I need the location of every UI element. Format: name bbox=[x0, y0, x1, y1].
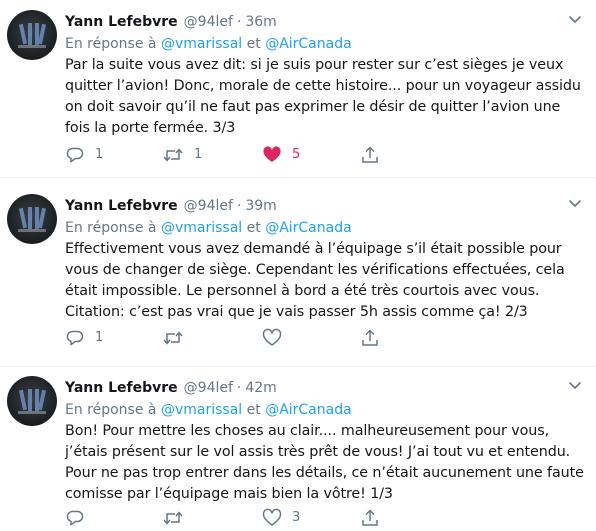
retweet-icon bbox=[163, 511, 183, 525]
reply-context: En réponse à @vmarissal et @AirCanada bbox=[65, 34, 352, 54]
author-name[interactable]: Yann Lefebvre bbox=[65, 198, 178, 214]
tweet-text: Par la suite vous avez dit: si je suis p… bbox=[65, 57, 581, 136]
avatar[interactable] bbox=[7, 376, 57, 426]
author-handle[interactable]: @94lef bbox=[184, 14, 233, 30]
tweet-header: Yann Lefebvre @94lef · 42m bbox=[65, 378, 277, 398]
reply-joiner: et bbox=[246, 402, 261, 418]
mention-link[interactable]: @AirCanada bbox=[265, 36, 352, 52]
tweet-actions: 1 bbox=[65, 328, 385, 348]
share-icon bbox=[362, 146, 378, 163]
chevron-down-icon[interactable] bbox=[568, 15, 582, 25]
author-name[interactable]: Yann Lefebvre bbox=[65, 380, 178, 396]
tweet-actions: 1 1 5 bbox=[65, 145, 385, 165]
like-button[interactable]: 3 bbox=[262, 508, 300, 528]
author-handle[interactable]: @94lef bbox=[184, 380, 233, 396]
divider bbox=[0, 177, 596, 178]
retweet-icon bbox=[163, 331, 183, 345]
tweet-feed: Yann Lefebvre @94lef · 36m En réponse à @vm… bbox=[0, 0, 596, 531]
tweet[interactable]: Yann Lefebvre @94lef · 36m En réponse à @vm… bbox=[0, 0, 596, 176]
separator-dot: · bbox=[236, 14, 242, 30]
mention-link[interactable]: @AirCanada bbox=[265, 402, 352, 418]
separator-dot: · bbox=[236, 198, 242, 214]
reply-prefix: En réponse à bbox=[65, 36, 157, 52]
tweet-actions: 3 bbox=[65, 508, 385, 528]
like-button[interactable] bbox=[262, 328, 292, 348]
heart-icon bbox=[262, 328, 282, 346]
retweet-button[interactable] bbox=[162, 328, 194, 348]
timestamp[interactable]: 42m bbox=[245, 380, 276, 396]
reply-context: En réponse à @vmarissal et @AirCanada bbox=[65, 218, 352, 238]
mention-link[interactable]: @vmarissal bbox=[161, 36, 242, 52]
reply-icon bbox=[66, 147, 84, 163]
author-handle[interactable]: @94lef bbox=[184, 198, 233, 214]
heart-icon bbox=[262, 508, 282, 526]
retweet-icon bbox=[163, 148, 183, 162]
tweet-text: Bon! Pour mettre les choses au clair....… bbox=[65, 423, 584, 502]
separator-dot: · bbox=[236, 380, 242, 396]
tweet-header: Yann Lefebvre @94lef · 36m bbox=[65, 12, 277, 32]
like-count: 3 bbox=[292, 510, 301, 525]
reply-joiner: et bbox=[246, 220, 261, 236]
like-count: 5 bbox=[292, 147, 301, 162]
author-name[interactable]: Yann Lefebvre bbox=[65, 14, 178, 30]
share-icon bbox=[362, 509, 378, 526]
retweet-count: 1 bbox=[194, 147, 203, 162]
reply-button[interactable]: 1 bbox=[65, 328, 103, 348]
reply-count: 1 bbox=[95, 147, 104, 162]
reply-context: En réponse à @vmarissal et @AirCanada bbox=[65, 400, 352, 420]
tweet[interactable]: Yann Lefebvre @94lef · 42m En réponse à @vm… bbox=[0, 366, 596, 531]
chevron-down-icon[interactable] bbox=[568, 199, 582, 209]
avatar-logo bbox=[18, 207, 47, 232]
heart-icon bbox=[263, 146, 281, 162]
avatar[interactable] bbox=[7, 10, 57, 60]
reply-button[interactable] bbox=[65, 508, 95, 528]
reply-icon bbox=[66, 510, 84, 526]
share-button[interactable] bbox=[360, 508, 380, 528]
tweet-header: Yann Lefebvre @94lef · 39m bbox=[65, 196, 277, 216]
tweet-text: Effectivement vous avez demandé à l’équi… bbox=[65, 241, 565, 320]
avatar[interactable] bbox=[7, 194, 57, 244]
mention-link[interactable]: @vmarissal bbox=[161, 220, 242, 236]
reply-prefix: En réponse à bbox=[65, 402, 157, 418]
retweet-button[interactable] bbox=[162, 508, 194, 528]
timestamp[interactable]: 39m bbox=[245, 198, 276, 214]
like-button[interactable]: 5 bbox=[262, 145, 300, 165]
tweet[interactable]: Yann Lefebvre @94lef · 39m En réponse à @vm… bbox=[0, 184, 596, 360]
reply-button[interactable]: 1 bbox=[65, 145, 103, 165]
reply-prefix: En réponse à bbox=[65, 220, 157, 236]
avatar-logo bbox=[18, 23, 47, 48]
share-button[interactable] bbox=[360, 145, 380, 165]
reply-count: 1 bbox=[95, 330, 104, 345]
timestamp[interactable]: 36m bbox=[245, 14, 276, 30]
reply-joiner: et bbox=[246, 36, 261, 52]
mention-link[interactable]: @vmarissal bbox=[161, 402, 242, 418]
reply-icon bbox=[66, 330, 84, 346]
chevron-down-icon[interactable] bbox=[568, 381, 582, 391]
share-icon bbox=[362, 329, 378, 346]
share-button[interactable] bbox=[360, 328, 380, 348]
avatar-logo bbox=[18, 389, 47, 414]
mention-link[interactable]: @AirCanada bbox=[265, 220, 352, 236]
retweet-button[interactable]: 1 bbox=[162, 145, 202, 165]
